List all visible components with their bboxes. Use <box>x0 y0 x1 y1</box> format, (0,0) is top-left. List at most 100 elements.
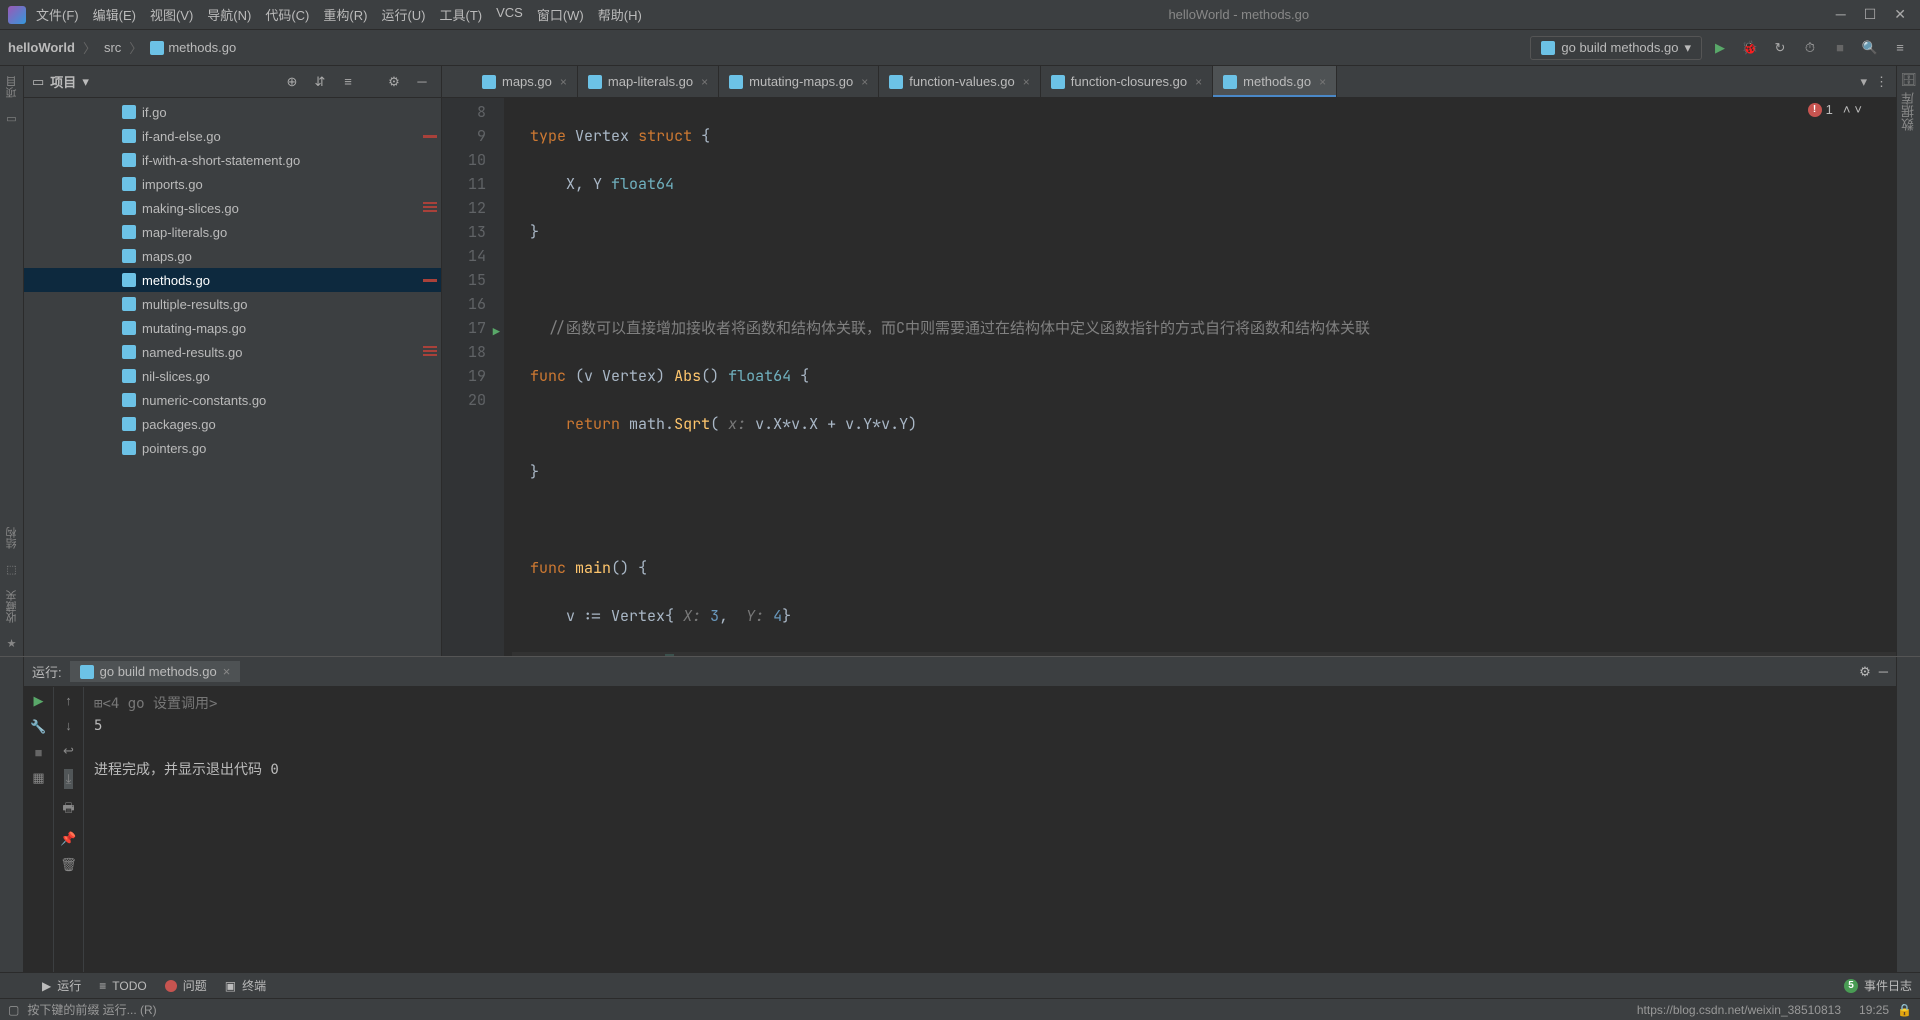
editor-tab[interactable]: function-values.go× <box>879 66 1041 97</box>
close-icon[interactable]: × <box>701 75 708 89</box>
line-number[interactable]: 15 <box>442 268 486 292</box>
search-everywhere-button[interactable]: 🔍 <box>1858 36 1882 60</box>
menu-refactor[interactable]: 重构(R) <box>323 5 367 24</box>
gear-icon[interactable]: ⚙ <box>1859 664 1871 680</box>
menu-run[interactable]: 运行(U) <box>381 5 425 24</box>
close-icon[interactable]: × <box>1319 75 1326 89</box>
line-number[interactable]: 18 <box>442 340 486 364</box>
tool-favorites[interactable]: 收藏夹 <box>4 586 20 627</box>
tool-project[interactable]: 项目 <box>4 72 20 102</box>
editor-tab[interactable]: methods.go× <box>1213 66 1337 97</box>
close-icon[interactable]: ✕ <box>1894 6 1906 23</box>
hide-icon[interactable]: ─ <box>411 71 433 93</box>
bottom-events[interactable]: 5事件日志 <box>1844 977 1912 994</box>
tree-item[interactable]: pointers.go <box>24 436 441 460</box>
minimize-icon[interactable]: ─ <box>1836 6 1846 23</box>
line-number[interactable]: 10 <box>442 148 486 172</box>
settings-button[interactable]: ≡ <box>1888 36 1912 60</box>
bottom-run[interactable]: ▶运行 <box>42 977 81 994</box>
line-number[interactable]: 8 <box>442 100 486 124</box>
project-tree[interactable]: if.goif-and-else.goif-with-a-short-state… <box>24 98 441 656</box>
breadcrumb-src[interactable]: src <box>104 40 121 55</box>
tree-item[interactable]: if-and-else.go <box>24 124 441 148</box>
code-content[interactable]: type Vertex struct { X, Y float64 } //函数… <box>504 98 1896 656</box>
tool-database[interactable]: 数据库 <box>1899 88 1918 135</box>
tree-item[interactable]: methods.go <box>24 268 441 292</box>
up-icon[interactable]: ↑ <box>65 693 72 708</box>
close-icon[interactable]: × <box>223 664 231 679</box>
menu-vcs[interactable]: VCS <box>496 5 523 24</box>
run-gutter-icon[interactable]: ▶ <box>493 320 500 344</box>
menu-code[interactable]: 代码(C) <box>265 5 309 24</box>
tree-item[interactable]: maps.go <box>24 244 441 268</box>
tree-item[interactable]: mutating-maps.go <box>24 316 441 340</box>
scroll-icon[interactable]: ⤓ <box>64 769 74 789</box>
status-icon[interactable]: ▢ <box>8 1003 19 1017</box>
tree-item[interactable]: making-slices.go <box>24 196 441 220</box>
stop-button[interactable]: ■ <box>35 745 43 760</box>
menu-help[interactable]: 帮助(H) <box>598 5 642 24</box>
menu-view[interactable]: 视图(V) <box>150 5 193 24</box>
menu-window[interactable]: 窗口(W) <box>537 5 584 24</box>
tree-item[interactable]: imports.go <box>24 172 441 196</box>
line-number[interactable]: 9 <box>442 124 486 148</box>
line-number[interactable]: 12 <box>442 196 486 220</box>
profile-button[interactable]: ⏱ <box>1798 36 1822 60</box>
tree-item[interactable]: map-literals.go <box>24 220 441 244</box>
target-icon[interactable]: ⊕ <box>281 71 303 93</box>
editor-tab[interactable]: function-closures.go× <box>1041 66 1213 97</box>
chevron-down-icon[interactable]: ▾ <box>82 74 89 90</box>
lock-icon[interactable]: 🔒 <box>1897 1003 1912 1017</box>
menu-nav[interactable]: 导航(N) <box>207 5 251 24</box>
editor-tab[interactable]: maps.go× <box>472 66 578 97</box>
editor-tab[interactable]: mutating-maps.go× <box>719 66 879 97</box>
print-icon[interactable]: 🖶 <box>62 799 74 821</box>
gear-icon[interactable]: ⚙ <box>383 71 405 93</box>
console-output[interactable]: ⊞<4 go 设置调用> 5 进程完成，并显示退出代码 0 <box>84 687 1896 972</box>
close-icon[interactable]: × <box>560 75 567 89</box>
pin-icon[interactable]: 📌 <box>60 831 76 847</box>
tree-item[interactable]: if-with-a-short-statement.go <box>24 148 441 172</box>
tree-item[interactable]: nil-slices.go <box>24 364 441 388</box>
rerun-button[interactable]: ▶ <box>34 693 44 709</box>
run-config-selector[interactable]: go build methods.go ▾ <box>1530 36 1702 60</box>
collapse-icon[interactable]: ⇵ <box>309 71 331 93</box>
debug-button[interactable]: 🐞 <box>1738 36 1762 60</box>
close-icon[interactable]: × <box>1195 75 1202 89</box>
star-icon[interactable]: ★ <box>7 637 17 650</box>
trash-icon[interactable]: 🗑 <box>60 857 77 873</box>
bottom-terminal[interactable]: ▣终端 <box>225 977 266 994</box>
expand-icon[interactable]: ≡ <box>337 71 359 93</box>
menu-tools[interactable]: 工具(T) <box>439 5 482 24</box>
maximize-icon[interactable]: ☐ <box>1864 6 1877 23</box>
stop-button[interactable]: ■ <box>1828 36 1852 60</box>
line-number[interactable]: 14 <box>442 244 486 268</box>
coverage-button[interactable]: ↻ <box>1768 36 1792 60</box>
tree-item[interactable]: multiple-results.go <box>24 292 441 316</box>
tree-item[interactable]: packages.go <box>24 412 441 436</box>
editor-tab[interactable]: map-literals.go× <box>578 66 719 97</box>
line-number[interactable]: 20 <box>442 388 486 412</box>
close-icon[interactable]: × <box>861 75 868 89</box>
caret-position[interactable]: 19:25 <box>1859 1003 1889 1017</box>
menu-edit[interactable]: 编辑(E) <box>93 5 136 24</box>
tool-structure[interactable]: 结构 <box>4 523 20 553</box>
soft-wrap-icon[interactable]: ↩ <box>63 743 74 759</box>
tree-item[interactable]: numeric-constants.go <box>24 388 441 412</box>
tree-item[interactable]: if.go <box>24 100 441 124</box>
chevron-down-icon[interactable]: ▾ <box>1860 74 1867 90</box>
wrench-icon[interactable]: 🔧 <box>30 719 46 735</box>
layout-button[interactable]: ▦ <box>32 770 44 786</box>
code-editor[interactable]: 891011121314151617▶181920 type Vertex st… <box>442 98 1896 656</box>
line-number[interactable]: 17▶ <box>442 316 486 340</box>
run-button[interactable]: ▶ <box>1708 36 1732 60</box>
menu-file[interactable]: 文件(F) <box>36 5 79 24</box>
hide-icon[interactable]: ─ <box>1879 664 1888 679</box>
line-number[interactable]: 16 <box>442 292 486 316</box>
more-tabs-icon[interactable]: ⋮ <box>1875 74 1888 90</box>
line-number[interactable]: 13 <box>442 220 486 244</box>
breadcrumb-project[interactable]: helloWorld <box>8 40 75 55</box>
bottom-todo[interactable]: ≡TODO <box>99 979 146 993</box>
run-tab[interactable]: go build methods.go × <box>70 661 241 682</box>
database-icon[interactable]: 🗄 <box>1900 72 1917 88</box>
